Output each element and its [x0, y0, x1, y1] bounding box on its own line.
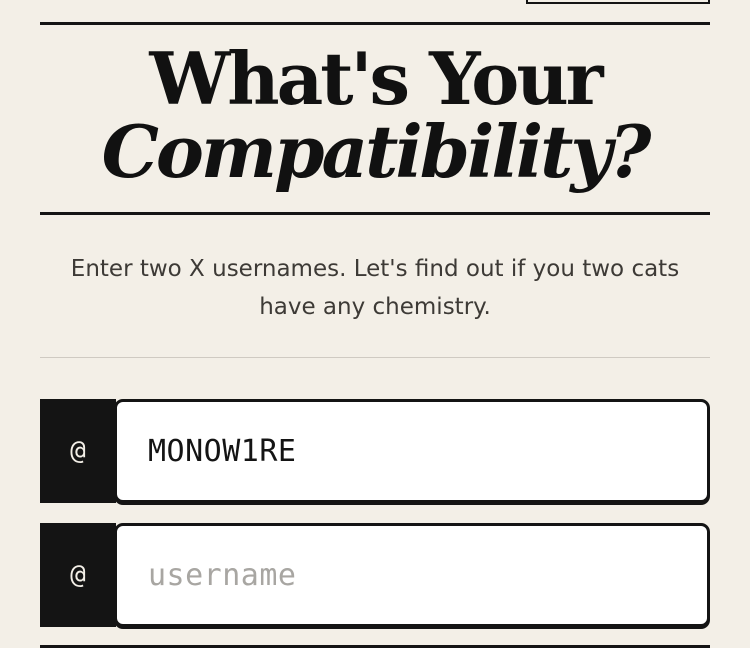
instructions-text: Enter two X usernames. Let's find out if…: [40, 250, 710, 326]
title-divider: [40, 212, 710, 215]
username-field-2: @: [40, 523, 710, 627]
top-button-partial[interactable]: [526, 0, 710, 4]
at-prefix-2: @: [40, 523, 116, 627]
username-field-1: @: [40, 399, 710, 503]
instructions-line-2: have any chemistry.: [259, 294, 491, 320]
page-title: What's Your Compatibility?: [40, 38, 710, 190]
top-divider: [40, 22, 710, 25]
section-divider: [40, 357, 710, 358]
username-input-2[interactable]: [117, 557, 707, 593]
username-input-2-wrapper[interactable]: [114, 523, 710, 627]
instructions-line-1: Enter two X usernames. Let's find out if…: [70, 256, 680, 282]
title-line-1: What's Your: [149, 36, 603, 121]
username-input-1[interactable]: [117, 433, 707, 469]
username-input-1-wrapper[interactable]: [114, 399, 710, 503]
at-prefix-1: @: [40, 399, 116, 503]
title-line-2: Compatibility?: [101, 109, 652, 194]
